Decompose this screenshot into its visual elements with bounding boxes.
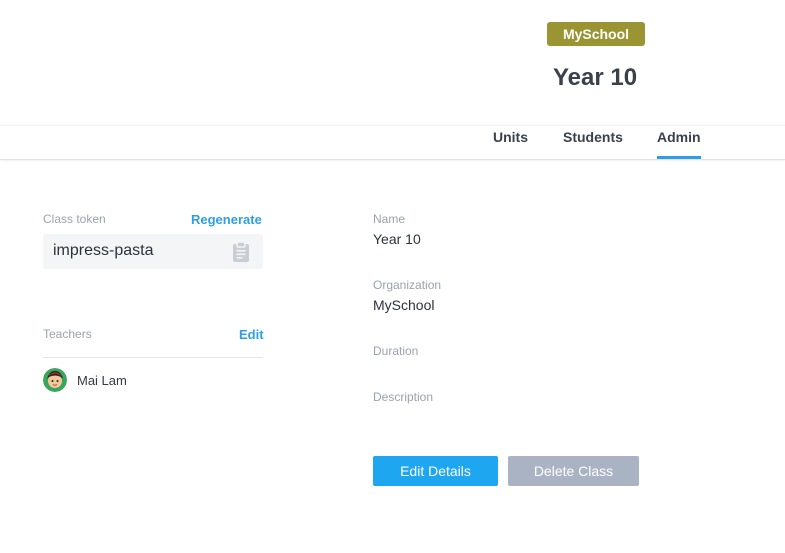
organization-badge: MySchool (547, 22, 645, 46)
description-label: Description (373, 390, 434, 404)
page-title: Year 10 (552, 64, 638, 91)
edit-teachers-link[interactable]: Edit (239, 327, 264, 342)
name-label: Name (373, 212, 406, 226)
name-value: Year 10 (373, 231, 421, 247)
edit-details-button[interactable]: Edit Details (373, 456, 498, 486)
regenerate-token-link[interactable]: Regenerate (191, 212, 262, 227)
delete-class-button[interactable]: Delete Class (508, 456, 639, 486)
clipboard-icon[interactable] (231, 241, 251, 263)
class-token-label: Class token (43, 212, 106, 226)
page-header: MySchool Year 10 (0, 0, 785, 125)
tab-bar: Units Students Admin (0, 125, 785, 160)
tab-students[interactable]: Students (563, 126, 623, 159)
organization-value: MySchool (373, 297, 435, 313)
organization-label: Organization (373, 278, 442, 292)
teacher-name: Mai Lam (77, 373, 127, 388)
avatar (43, 368, 67, 392)
teachers-label: Teachers (43, 327, 92, 341)
class-token-field: impress-pasta (43, 234, 263, 269)
duration-label: Duration (373, 344, 419, 358)
tab-admin[interactable]: Admin (657, 126, 701, 159)
tab-units[interactable]: Units (493, 126, 528, 159)
divider (43, 357, 263, 358)
class-token-value: impress-pasta (53, 242, 154, 259)
